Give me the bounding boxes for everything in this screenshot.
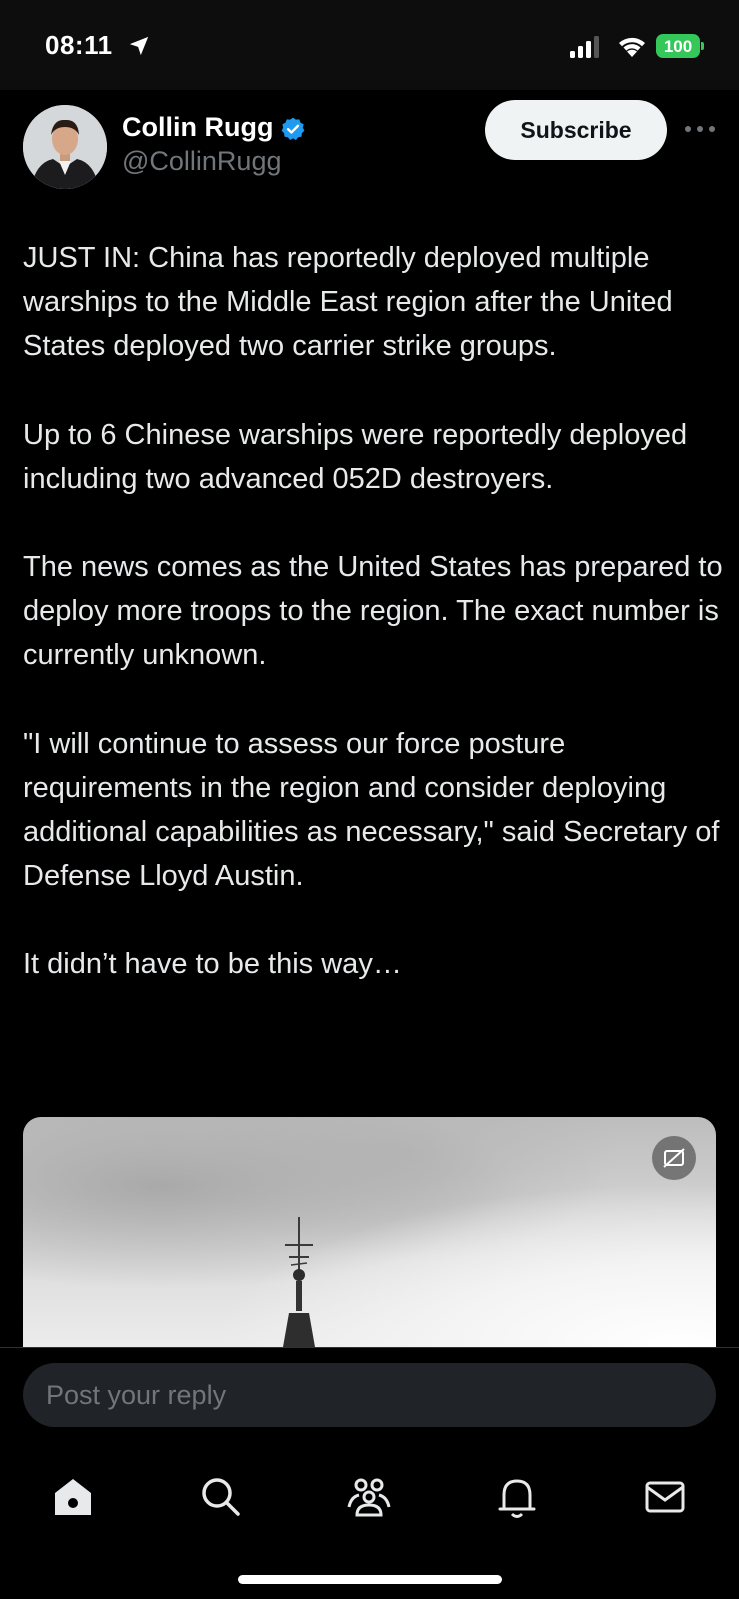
signal-icon xyxy=(570,36,599,58)
bottom-tab-bar xyxy=(0,1457,739,1599)
post-paragraph: "I will continue to assess our force pos… xyxy=(23,727,720,893)
post-paragraph: Up to 6 Chinese warships were reportedly… xyxy=(23,418,688,495)
status-time: 08:11 xyxy=(45,30,113,60)
author-handle[interactable]: @CollinRugg xyxy=(122,146,281,177)
avatar[interactable] xyxy=(23,105,107,189)
reply-input[interactable] xyxy=(23,1363,716,1427)
post-paragraph: The news comes as the United States has … xyxy=(23,551,723,672)
post-paragraph: JUST IN: China has reportedly deployed m… xyxy=(23,242,673,363)
verified-badge-icon xyxy=(281,117,305,140)
reply-bar xyxy=(0,1347,739,1457)
wifi-icon xyxy=(619,37,645,57)
post-text: JUST IN: China has reportedly deployed m… xyxy=(23,236,723,1031)
communities-icon[interactable] xyxy=(339,1467,399,1527)
messages-icon[interactable] xyxy=(635,1467,695,1527)
ship-mast-silhouette xyxy=(283,1217,315,1347)
battery-icon: 100 xyxy=(656,34,704,58)
status-bar: 08:11 100 xyxy=(0,0,739,90)
more-options-icon[interactable] xyxy=(684,124,716,134)
search-icon[interactable] xyxy=(191,1467,251,1527)
author-name[interactable]: Collin Rugg xyxy=(122,112,273,143)
content-warning-icon[interactable] xyxy=(652,1136,696,1180)
location-arrow-icon xyxy=(129,36,149,56)
sky-photo xyxy=(23,1117,716,1347)
post-media-image[interactable] xyxy=(23,1117,716,1347)
home-indicator xyxy=(238,1575,502,1584)
battery-level: 100 xyxy=(663,37,693,56)
subscribe-button[interactable]: Subscribe xyxy=(485,100,667,160)
notifications-icon[interactable] xyxy=(487,1467,547,1527)
home-icon[interactable] xyxy=(43,1467,103,1527)
post-header: Collin Rugg @CollinRugg Subscribe xyxy=(0,90,739,200)
post-paragraph: It didn’t have to be this way… xyxy=(23,948,402,981)
